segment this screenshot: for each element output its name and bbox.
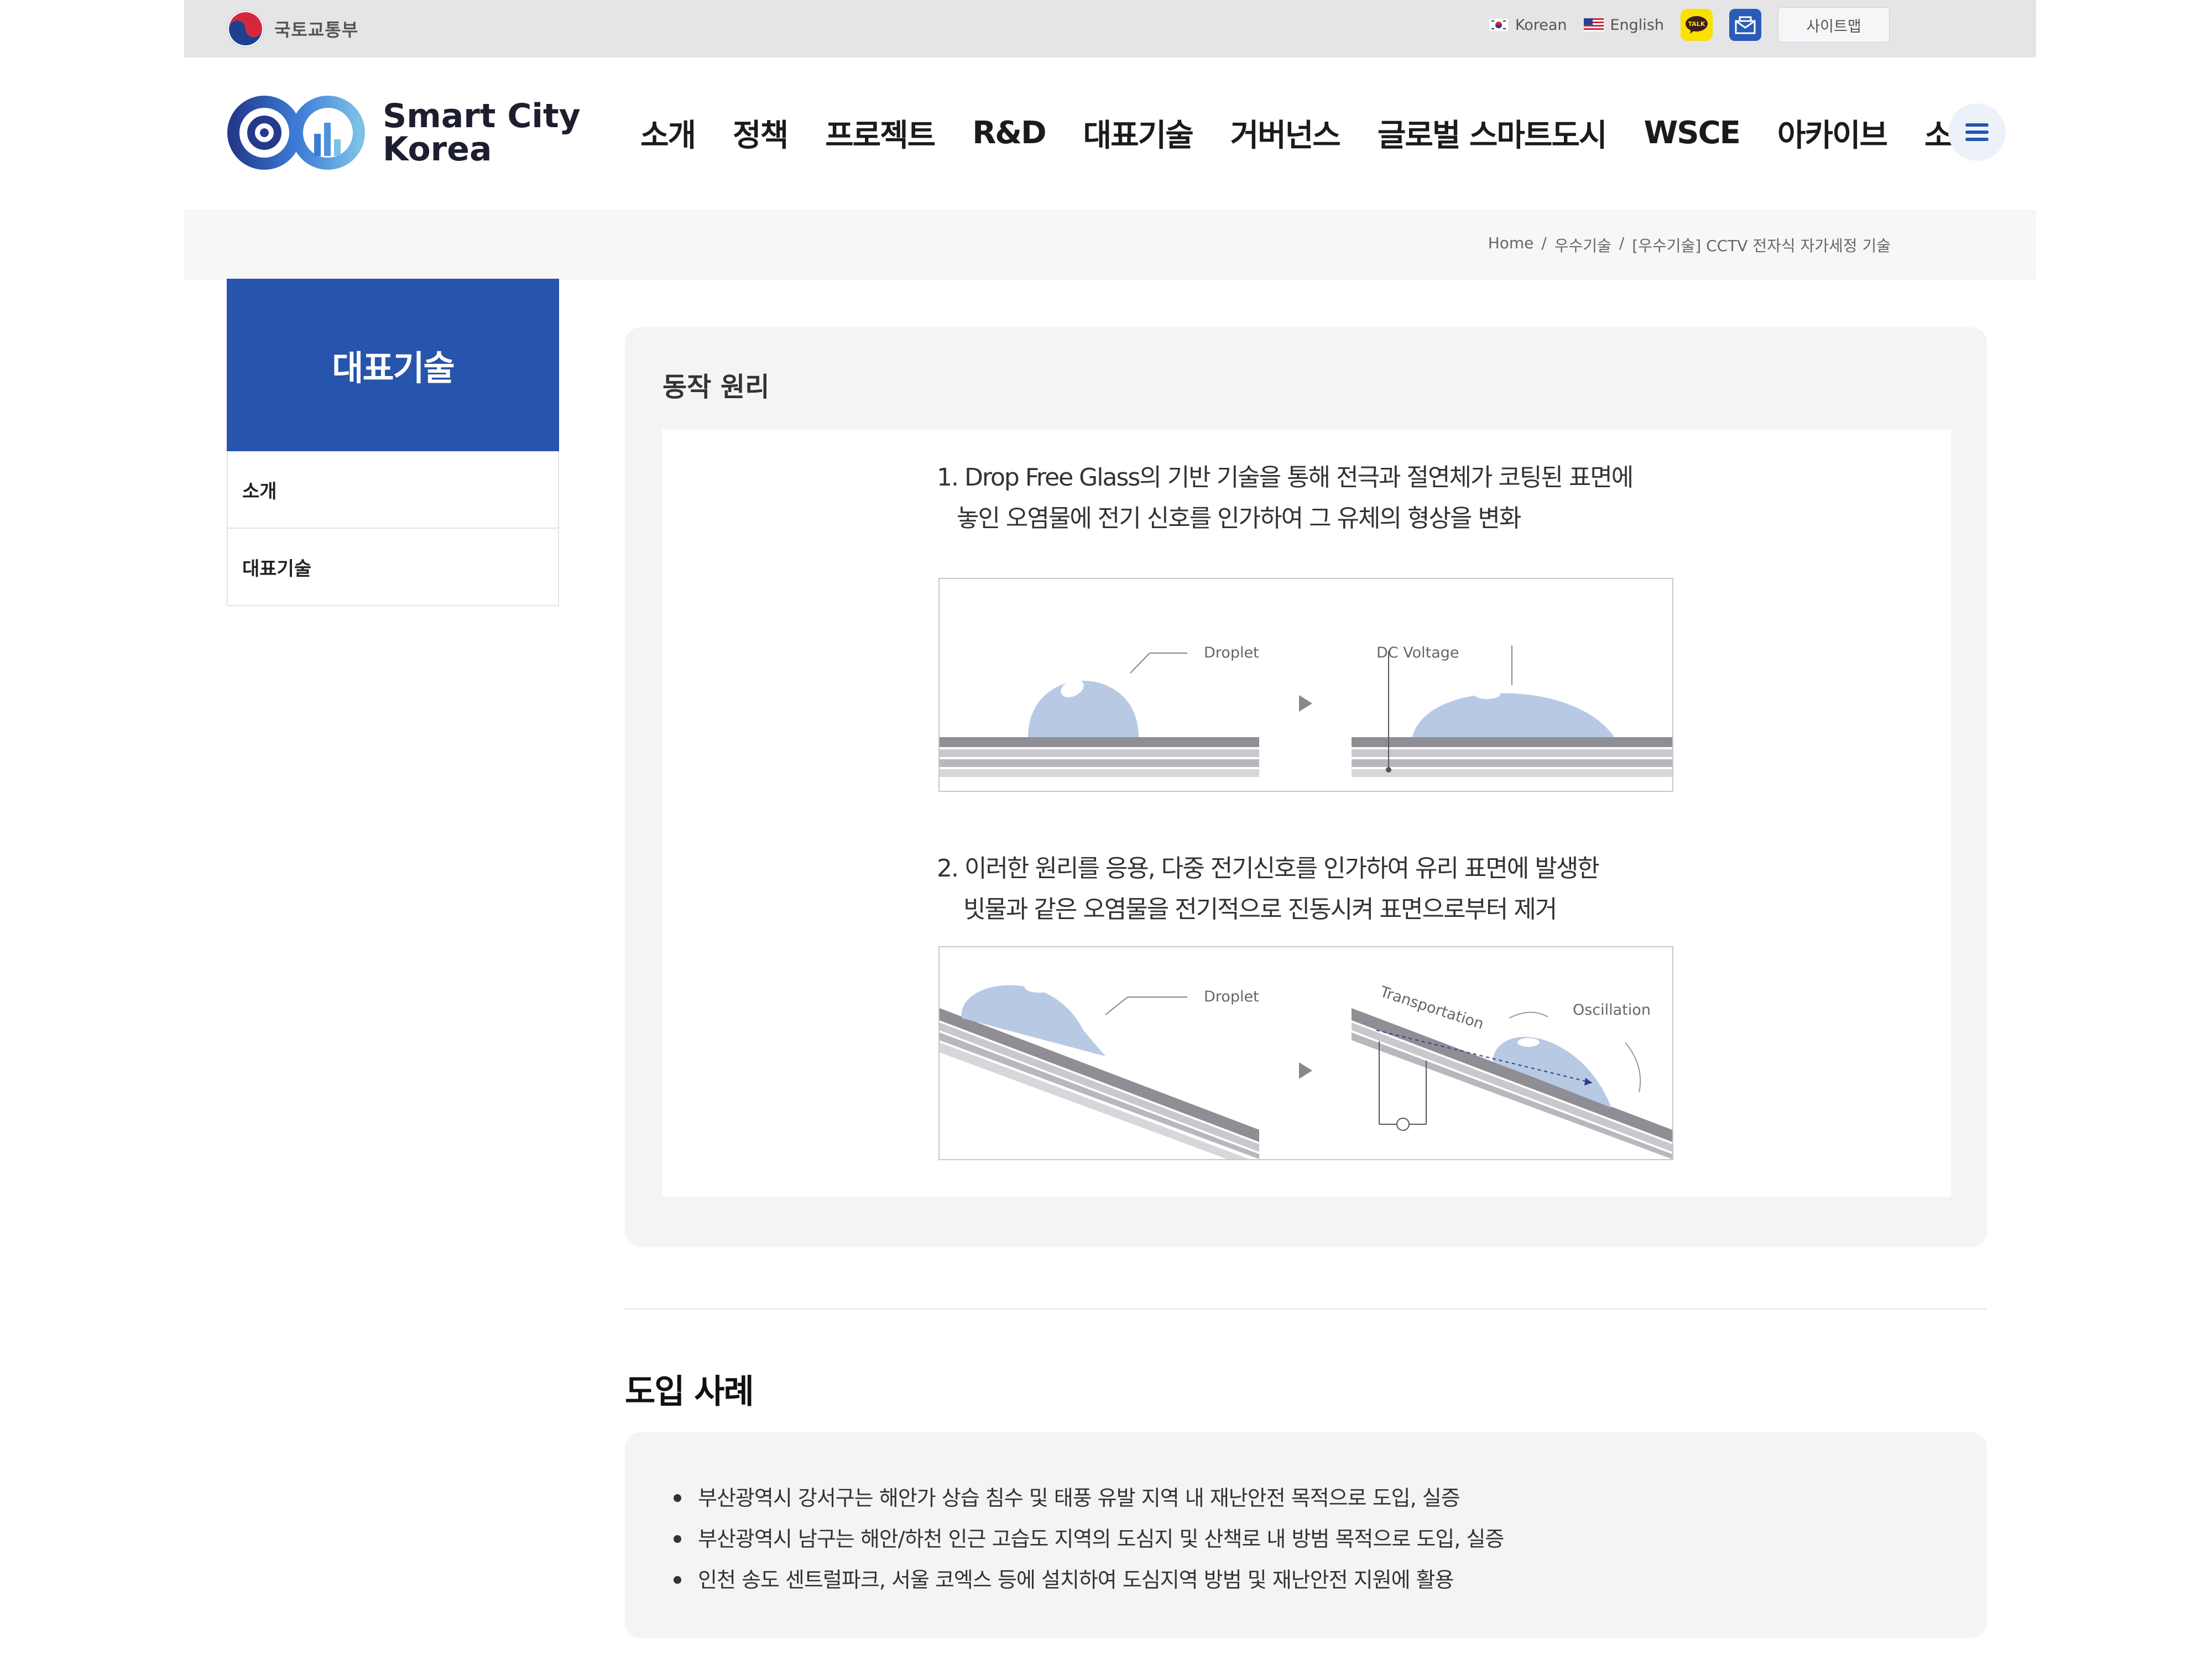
case-item: 부산광역시 강서구는 해안가 상습 침수 및 태풍 유발 지역 내 재난안전 목… [674, 1478, 1504, 1519]
sidebar-title: 대표기술 [332, 348, 455, 388]
principle-step-2: 2. 이러한 원리를 응용, 다중 전기신호를 인가하여 유리 표면에 발생한 … [937, 854, 1600, 924]
logo-line1: Smart City [383, 97, 581, 135]
kakao-talk-icon: TALK [1686, 16, 1708, 34]
taegeuk-emblem-icon [227, 10, 264, 48]
ministry-link[interactable]: 국토교통부 [226, 6, 358, 52]
breadcrumb-home[interactable]: Home [1488, 234, 1534, 256]
nav-rnd[interactable]: R&D [972, 115, 1046, 151]
diagram1-droplet-label: Droplet [1204, 644, 1259, 661]
sidebar-item-intro[interactable]: 소개 [228, 451, 558, 528]
all-menu-button[interactable] [1948, 103, 2006, 161]
ministry-name: 국토교통부 [274, 19, 359, 40]
lang-korean-link[interactable]: Korean [1488, 16, 1567, 34]
breadcrumb-bar: Home / 우수기술 / [우수기술] CCTV 전자식 자가세정 기술 [184, 210, 2036, 280]
diagram1-dc-voltage-label: DC Voltage [1376, 644, 1459, 661]
sidebar: 대표기술 소개 대표기술 [227, 279, 559, 606]
bullet-icon [674, 1494, 681, 1502]
sidebar-item-technology[interactable]: 대표기술 [228, 528, 558, 605]
breadcrumb: Home / 우수기술 / [우수기술] CCTV 전자식 자가세정 기술 [1488, 234, 1891, 256]
case-item-text: 부산광역시 강서구는 해안가 상습 침수 및 태풍 유발 지역 내 재난안전 목… [698, 1486, 1460, 1510]
case-item-text: 인천 송도 센트럴파크, 서울 코엑스 등에 설치하여 도심지역 방범 및 재난… [698, 1568, 1454, 1592]
lang-korean-label: Korean [1515, 16, 1567, 34]
smart-city-korea-logo[interactable]: Smart City Korea [226, 94, 581, 171]
diagram2-droplet-label: Droplet [1204, 988, 1259, 1005]
smart-city-logo-mark-icon [227, 96, 365, 170]
hamburger-icon [1965, 123, 1989, 141]
principle-content: 1. Drop Free Glass의 기반 기술을 통해 전극과 절연체가 코… [662, 430, 1951, 1197]
case-item: 인천 송도 센트럴파크, 서울 코엑스 등에 설치하여 도심지역 방범 및 재난… [674, 1559, 1504, 1600]
case-item-text: 부산광역시 남구는 해안/하천 인근 고습도 지역의 도심지 및 산책로 내 방… [698, 1527, 1504, 1551]
cases-title: 도입 사례 [625, 1373, 754, 1411]
nav-project[interactable]: 프로젝트 [825, 111, 936, 155]
lang-english-label: English [1610, 16, 1665, 34]
utility-bar: 국토교통부 Korean English TALK 사이트맵 [184, 0, 2036, 58]
breadcrumb-separator: / [1619, 234, 1625, 252]
principle-title: 동작 원리 [662, 372, 770, 403]
main-navigation: 소개 정책 프로젝트 R&D 대표기술 거버넌스 글로벌 스마트도시 WSCE … [640, 111, 1980, 155]
lang-english-link[interactable]: English [1583, 16, 1665, 34]
utility-links: Korean English TALK 사이트맵 [1488, 7, 1890, 43]
droplet-shape-change-illustration: Droplet DC Voltage [940, 644, 1672, 777]
case-item: 부산광역시 남구는 해안/하천 인근 고습도 지역의 도심지 및 산책로 내 방… [674, 1519, 1504, 1559]
cases-box: 부산광역시 강서구는 해안가 상습 침수 및 태풍 유발 지역 내 재난안전 목… [625, 1432, 1987, 1638]
kakao-talk-button[interactable]: TALK [1681, 9, 1713, 41]
nav-technology[interactable]: 대표기술 [1083, 111, 1194, 155]
nav-wsce[interactable]: WSCE [1644, 115, 1740, 151]
site-header: Smart City Korea 소개 정책 프로젝트 R&D 대표기술 거버넌… [184, 58, 2036, 210]
bullet-icon [674, 1535, 681, 1543]
electrowetting-diagram-2: Droplet Transportation Oscillation [938, 946, 1673, 1160]
sidebar-menu: 소개 대표기술 [227, 451, 559, 606]
mail-icon [1735, 16, 1756, 34]
bullet-icon [674, 1576, 681, 1584]
diagram2-oscillation-label: Oscillation [1573, 1001, 1651, 1019]
cases-list: 부산광역시 강서구는 해안가 상습 침수 및 태풍 유발 지역 내 재난안전 목… [674, 1478, 1504, 1600]
principle-panel: 동작 원리 1. Drop Free Glass의 기반 기술을 통해 전극과 … [625, 327, 1987, 1247]
korea-flag-icon [1488, 18, 1509, 32]
logo-text: Smart City Korea [383, 100, 581, 166]
us-flag-icon [1583, 18, 1604, 32]
nav-governance[interactable]: 거버넌스 [1230, 111, 1341, 155]
principle-step-1: 1. Drop Free Glass의 기반 기술을 통해 전극과 절연체가 코… [937, 463, 1634, 533]
logo-line2: Korea [383, 130, 492, 169]
nav-policy[interactable]: 정책 [733, 111, 789, 155]
sitemap-button[interactable]: 사이트맵 [1778, 7, 1890, 43]
nav-global-smart-city[interactable]: 글로벌 스마트도시 [1378, 111, 1608, 155]
nav-archive[interactable]: 아카이브 [1777, 111, 1888, 155]
breadcrumb-current: [우수기술] CCTV 전자식 자가세정 기술 [1632, 237, 1891, 255]
sidebar-header: 대표기술 [227, 279, 559, 451]
breadcrumb-category[interactable]: 우수기술 [1554, 234, 1611, 256]
electrowetting-diagram-1: Droplet DC Voltage [938, 578, 1673, 792]
page-frame: 국토교통부 Korean English TALK 사이트맵 Smart Cit… [184, 0, 2036, 1659]
talk-badge-text: TALK [1688, 20, 1705, 28]
nav-intro[interactable]: 소개 [640, 111, 696, 155]
breadcrumb-separator: / [1541, 234, 1547, 252]
section-divider [625, 1308, 1987, 1310]
droplet-oscillation-illustration: Droplet Transportation Oscillation [940, 982, 1672, 1159]
newsletter-button[interactable] [1729, 9, 1761, 41]
